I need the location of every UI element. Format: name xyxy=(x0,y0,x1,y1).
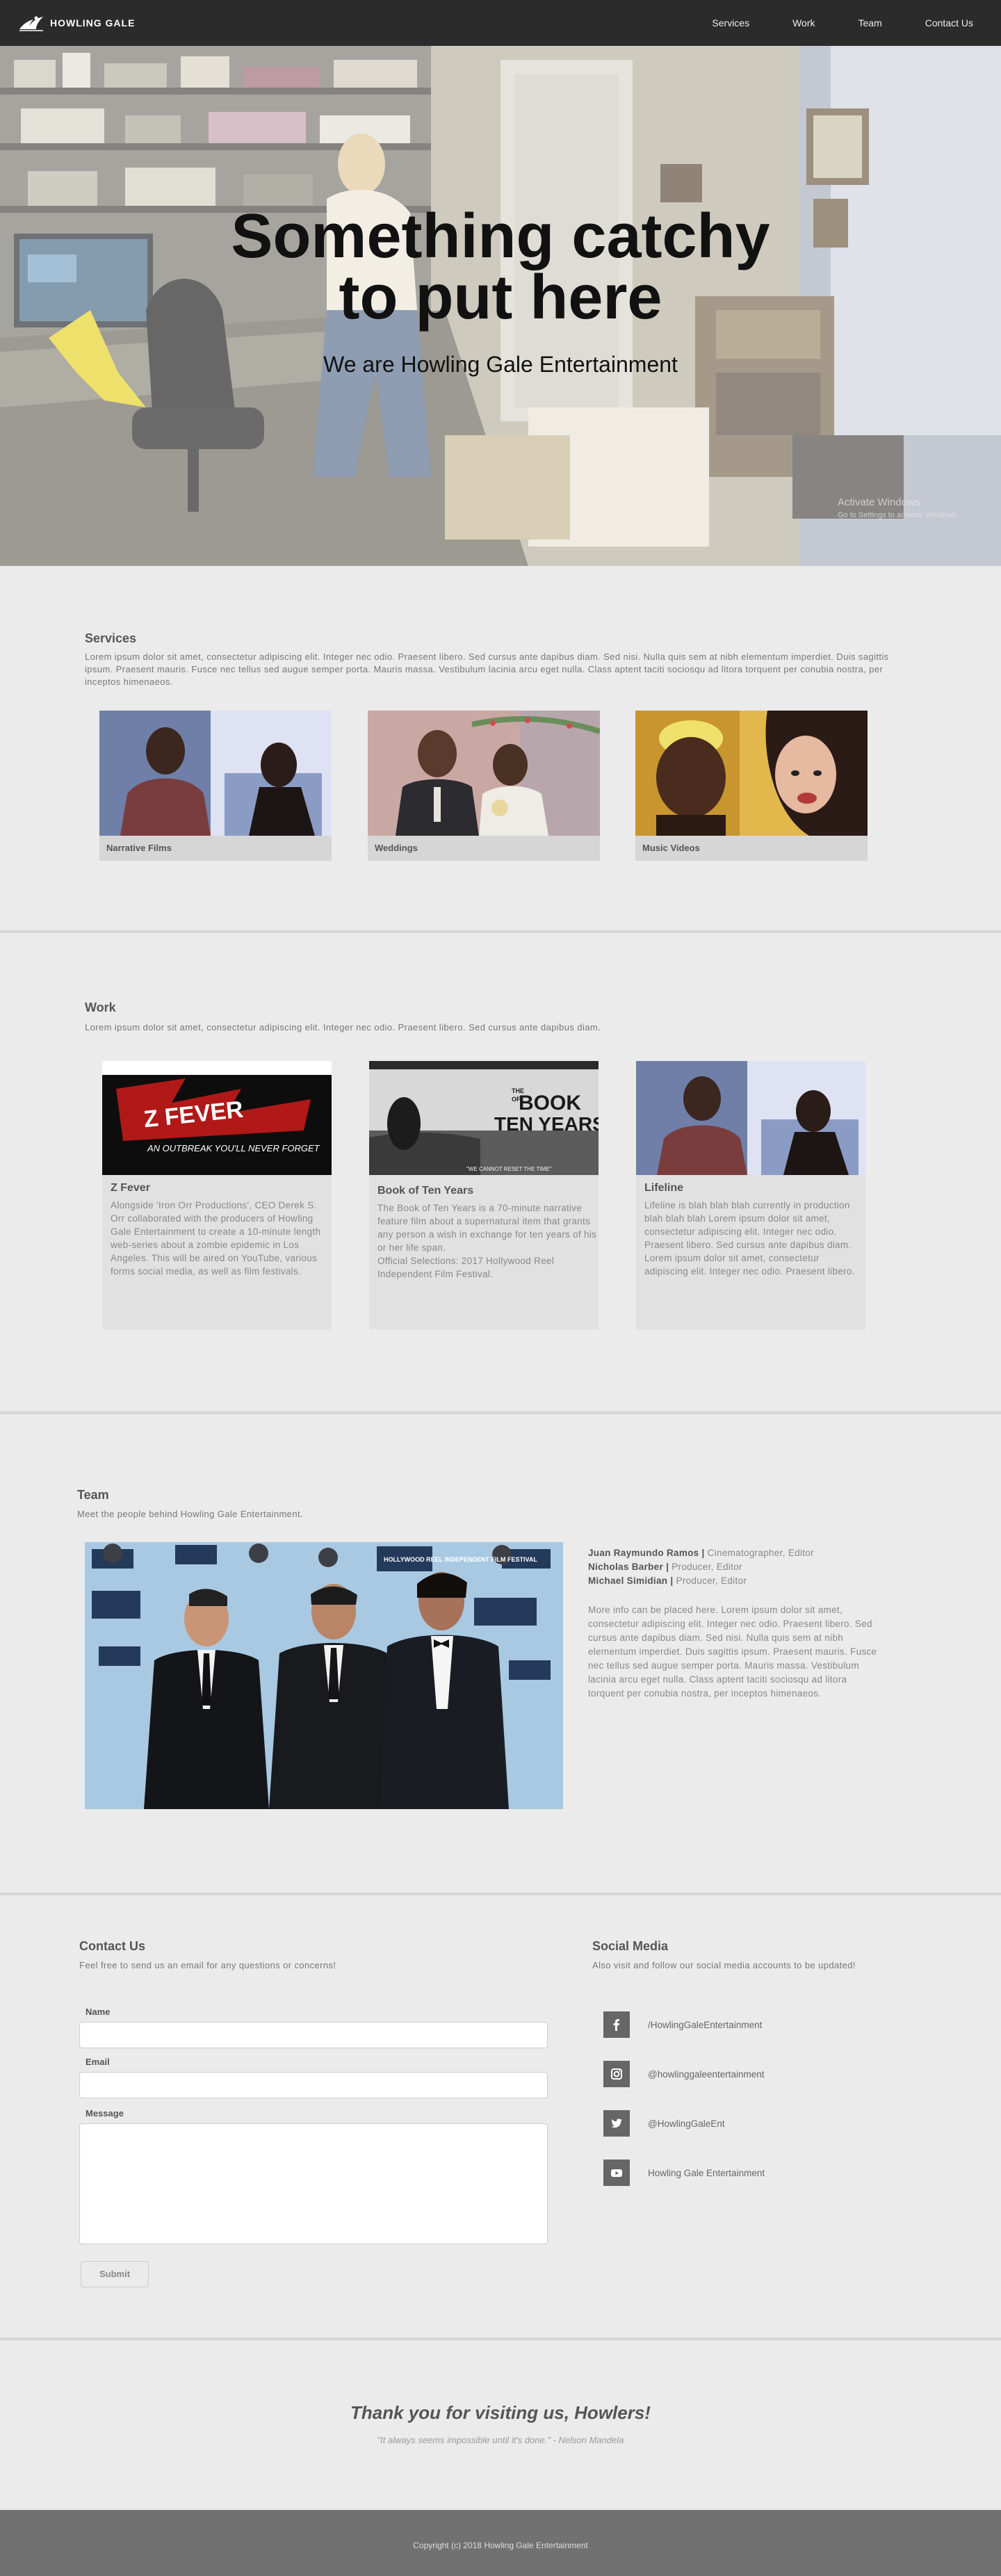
hero-banner: Something catchy to put here We are Howl… xyxy=(0,46,1001,566)
nav-link-work[interactable]: Work xyxy=(792,17,815,29)
facebook-icon xyxy=(603,2011,630,2038)
member-role: Producer, Editor xyxy=(673,1575,747,1586)
z-fever-title: Z Fever xyxy=(111,1182,150,1194)
hero-title: Something catchy to put here xyxy=(0,202,1001,332)
lifeline-image xyxy=(636,1061,865,1175)
twitter-icon xyxy=(603,2110,630,2137)
facebook-handle: /HowlingGaleEntertainment xyxy=(648,2019,763,2030)
book-of-ten-years-selections: Official Selections: 2017 Hollywood Reel… xyxy=(377,1256,555,1279)
twitter-handle: @HowlingGaleEnt xyxy=(648,2118,725,2129)
book-of-ten-years-description: The Book of Ten Years is a 70-minute nar… xyxy=(377,1201,597,1281)
book-of-ten-years-poster: THE BOOK OF TEN YEARS "WE CANNOT RESET T… xyxy=(369,1061,599,1175)
brand-name: HOWLING GALE xyxy=(50,17,136,29)
work-card-z-fever[interactable]: Z FEVER AN OUTBREAK YOU'LL NEVER FORGET … xyxy=(102,1061,332,1329)
member-role: Producer, Editor xyxy=(669,1562,742,1572)
music-videos-label: Music Videos xyxy=(642,843,700,853)
team-member-3: Michael Simidian | Producer, Editor xyxy=(588,1574,880,1588)
closing-quote: "It always seems impossible until it's d… xyxy=(377,2435,624,2445)
weddings-label: Weddings xyxy=(375,843,418,853)
services-text: Lorem ipsum dolor sit amet, consectetur … xyxy=(85,651,889,687)
nav-link-services[interactable]: Services xyxy=(712,17,749,29)
submit-button[interactable]: Submit xyxy=(81,2261,149,2287)
poster-tagline: "WE CANNOT RESET THE TIME" xyxy=(466,1166,552,1172)
watermark-line-1: Activate Windows xyxy=(838,496,920,508)
top-navbar: HOWLING GALE Services Work Team Contact … xyxy=(0,0,1001,46)
copyright-text: Copyright (c) 2018 Howling Gale Entertai… xyxy=(413,2541,588,2550)
message-textarea[interactable] xyxy=(79,2123,548,2244)
section-divider xyxy=(0,1893,1001,1895)
social-link-twitter[interactable]: @HowlingGaleEnt xyxy=(603,2110,725,2137)
service-card-narrative-films[interactable]: Narrative Films xyxy=(99,711,332,861)
email-input[interactable] xyxy=(79,2072,548,2098)
name-label: Name xyxy=(86,2007,111,2017)
z-fever-poster: Z FEVER AN OUTBREAK YOU'LL NEVER FORGET xyxy=(102,1061,332,1175)
brand[interactable]: HOWLING GALE xyxy=(18,14,135,32)
youtube-icon xyxy=(603,2160,630,2186)
lifeline-description: Lifeline is blah blah blah currently in … xyxy=(644,1200,855,1277)
member-name: Nicholas Barber | xyxy=(588,1562,669,1572)
team-more-info: More info can be placed here. Lorem ipsu… xyxy=(588,1605,877,1699)
narrative-films-label: Narrative Films xyxy=(106,843,172,853)
footer: Copyright (c) 2018 Howling Gale Entertai… xyxy=(0,2510,1001,2576)
team-title: Team xyxy=(77,1488,109,1502)
social-link-youtube[interactable]: Howling Gale Entertainment xyxy=(603,2160,765,2186)
member-name: Juan Raymundo Ramos | xyxy=(588,1548,705,1558)
team-photo: HOLLYWOOD REEL INDEPENDENT FILM FESTIVAL xyxy=(85,1542,563,1809)
work-card-lifeline[interactable]: Lifeline Lifeline is blah blah blah curr… xyxy=(636,1061,865,1329)
work-card-book-of-ten-years[interactable]: THE BOOK OF TEN YEARS "WE CANNOT RESET T… xyxy=(369,1061,599,1329)
poster-book: BOOK xyxy=(519,1092,581,1115)
name-input[interactable] xyxy=(79,2022,548,2048)
section-divider xyxy=(0,930,1001,933)
thank-you-message: Thank you for visiting us, Howlers! xyxy=(350,2402,651,2423)
social-subtitle: Also visit and follow our social media a… xyxy=(592,1960,856,1970)
section-divider xyxy=(0,1411,1001,1414)
service-card-weddings[interactable]: Weddings xyxy=(368,711,600,861)
message-label: Message xyxy=(86,2108,124,2119)
contact-subtitle: Feel free to send us an email for any qu… xyxy=(79,1960,336,1970)
instagram-icon xyxy=(603,2061,630,2087)
book-of-ten-years-desc-main: The Book of Ten Years is a 70-minute nar… xyxy=(377,1203,597,1253)
team-member-1: Juan Raymundo Ramos | Cinematographer, E… xyxy=(588,1546,880,1560)
email-label: Email xyxy=(86,2057,110,2067)
section-divider xyxy=(0,2338,1001,2340)
z-fever-poster-tagline: AN OUTBREAK YOU'LL NEVER FORGET xyxy=(147,1143,320,1153)
watermark-line-2: Go to Settings to activate Windows. xyxy=(838,511,959,519)
services-title: Services xyxy=(85,631,137,645)
member-role: Cinematographer, Editor xyxy=(704,1548,814,1558)
team-subtitle: Meet the people behind Howling Gale Ente… xyxy=(77,1509,303,1519)
team-backdrop-text: HOLLYWOOD REEL INDEPENDENT FILM FESTIVAL xyxy=(384,1556,537,1563)
social-title: Social Media xyxy=(592,1939,669,1953)
work-text: Lorem ipsum dolor sit amet, consectetur … xyxy=(85,1022,601,1032)
team-info: Juan Raymundo Ramos | Cinematographer, E… xyxy=(588,1546,880,1701)
music-videos-image xyxy=(635,711,868,836)
activation-watermark: Activate Windows Go to Settings to activ… xyxy=(838,496,959,519)
member-name: Michael Simidian | xyxy=(588,1575,674,1586)
weddings-image xyxy=(368,711,600,836)
hero-title-line-2: to put here xyxy=(339,263,662,332)
howling-gale-logo-icon xyxy=(19,16,43,31)
lifeline-title: Lifeline xyxy=(644,1182,684,1194)
nav-link-contact[interactable]: Contact Us xyxy=(925,17,973,29)
hero-title-line-1: Something catchy xyxy=(231,202,770,271)
book-of-ten-years-title: Book of Ten Years xyxy=(377,1185,474,1197)
nav-links: Services Work Team Contact Us xyxy=(669,0,973,46)
contact-title: Contact Us xyxy=(79,1939,146,1953)
work-title: Work xyxy=(85,1001,116,1014)
poster-of: OF xyxy=(512,1096,521,1103)
social-link-facebook[interactable]: /HowlingGaleEntertainment xyxy=(603,2011,762,2038)
team-member-2: Nicholas Barber | Producer, Editor xyxy=(588,1560,880,1574)
social-link-instagram[interactable]: @howlinggaleentertainment xyxy=(603,2061,765,2087)
hero-subtitle: We are Howling Gale Entertainment xyxy=(323,352,678,377)
narrative-films-image xyxy=(99,711,332,836)
nav-link-team[interactable]: Team xyxy=(858,17,882,29)
z-fever-description: Alongside 'Iron Orr Productions', CEO De… xyxy=(111,1200,321,1277)
poster-ten-years: TEN YEARS xyxy=(494,1113,599,1135)
instagram-handle: @howlinggaleentertainment xyxy=(648,2068,765,2080)
youtube-channel: Howling Gale Entertainment xyxy=(648,2167,765,2178)
service-card-music-videos[interactable]: Music Videos xyxy=(635,711,868,861)
